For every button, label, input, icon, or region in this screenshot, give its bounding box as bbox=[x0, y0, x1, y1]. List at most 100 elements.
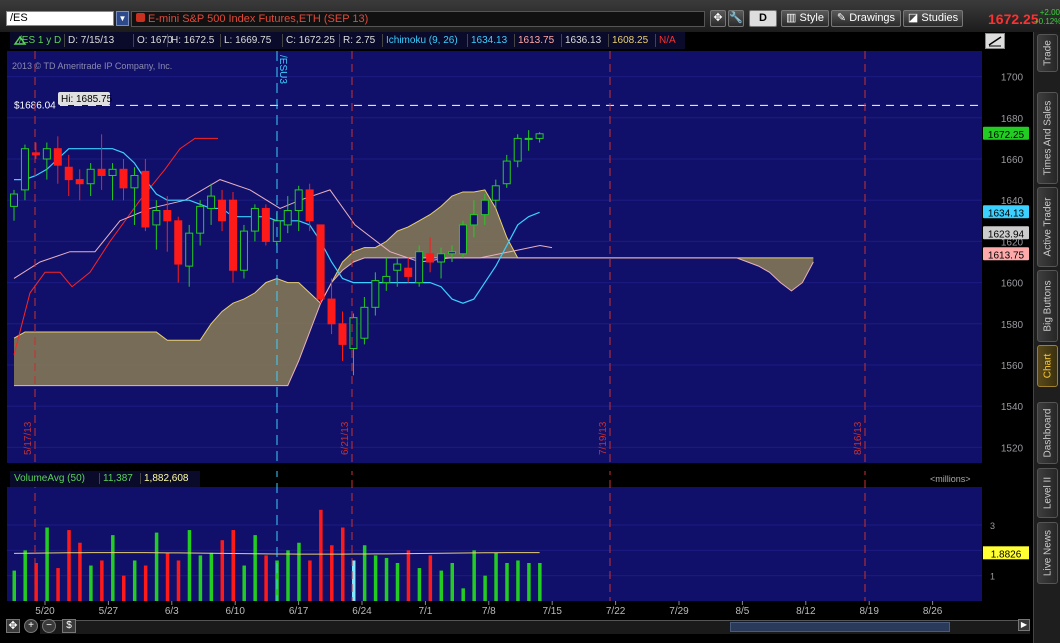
crosshair-icon[interactable]: ✥ bbox=[710, 10, 726, 27]
change-percent: +0.12% bbox=[1034, 17, 1060, 26]
volume-bar bbox=[319, 509, 323, 601]
x-tick-label: 7/15 bbox=[542, 606, 562, 617]
volume-bar bbox=[286, 550, 290, 601]
candle-body bbox=[327, 298, 336, 325]
candle-body bbox=[97, 168, 106, 176]
volume-bar bbox=[516, 560, 520, 601]
change-absolute: +2.00 bbox=[1039, 8, 1060, 17]
sidebar-tab-dashboard[interactable]: Dashboard bbox=[1037, 402, 1058, 464]
volume-readout-2: 1,882,608 bbox=[140, 473, 189, 484]
candle-body bbox=[415, 251, 424, 284]
style-button[interactable]: ▥ Style bbox=[781, 10, 829, 27]
status-close: C: 1672.25 bbox=[282, 34, 338, 47]
sidebar-tab-times-and-sales[interactable]: Times And Sales bbox=[1037, 92, 1058, 184]
volume-bar bbox=[341, 527, 345, 601]
candle-body bbox=[185, 232, 194, 267]
candle-body bbox=[119, 168, 128, 189]
d-button[interactable]: D bbox=[749, 10, 777, 27]
y-tick-label: 1600 bbox=[1001, 279, 1024, 290]
chart-canvas[interactable]: $1686.04Hi: 1685.75 15201540156015801600… bbox=[0, 32, 1033, 643]
candle-body bbox=[86, 168, 95, 185]
period-marker-label: 6/21/13 bbox=[340, 421, 351, 455]
volume-bar bbox=[143, 565, 148, 601]
candle-body bbox=[338, 323, 347, 345]
sidebar-tab-big-buttons[interactable]: Big Buttons bbox=[1037, 270, 1058, 342]
aggregation-label[interactable]: /ES 1 y D bbox=[16, 34, 64, 47]
volume-study-name[interactable]: VolumeAvg (50) bbox=[14, 473, 85, 484]
zoom-in-icon[interactable]: + bbox=[24, 619, 38, 633]
volume-bar bbox=[132, 560, 137, 601]
price-label: 1672.25 bbox=[988, 130, 1025, 141]
pan-icon[interactable]: ✥ bbox=[6, 619, 20, 633]
y-tick-label: 1660 bbox=[1001, 155, 1024, 166]
sidebar-tab-live-news[interactable]: Live News bbox=[1037, 522, 1058, 584]
sidebar-tab-active-trader[interactable]: Active Trader bbox=[1037, 187, 1058, 267]
candle-body bbox=[141, 170, 150, 228]
price-label: 1613.75 bbox=[988, 250, 1025, 261]
x-tick-label: 8/5 bbox=[735, 606, 749, 617]
scroll-right-icon[interactable]: ▶ bbox=[1018, 619, 1030, 631]
price-scale-icon[interactable]: $ bbox=[62, 619, 76, 633]
volume-bar bbox=[89, 565, 93, 601]
candle-body bbox=[349, 317, 358, 350]
candle-body bbox=[130, 174, 139, 189]
sidebar-tab-level-ii[interactable]: Level II bbox=[1037, 468, 1058, 518]
hi-callout-label: Hi: 1685.75 bbox=[61, 94, 113, 105]
sidebar-tab-chart[interactable]: Chart bbox=[1037, 345, 1058, 387]
y-tick-label: 1680 bbox=[1001, 114, 1024, 125]
volume-bar bbox=[165, 552, 170, 601]
x-tick-label: 7/1 bbox=[418, 606, 432, 617]
candle-body bbox=[108, 168, 117, 176]
drawings-button[interactable]: ✎ Drawings bbox=[831, 10, 901, 27]
chevron-down-icon[interactable]: ▼ bbox=[116, 11, 129, 26]
candle-body bbox=[261, 207, 270, 242]
x-tick-label: 7/22 bbox=[606, 606, 626, 617]
period-marker-label: 5/17/13 bbox=[23, 421, 34, 455]
candle-body bbox=[502, 160, 511, 185]
sidebar-tab-label: Active Trader bbox=[1042, 197, 1053, 257]
sidebar-tab-label: Trade bbox=[1042, 40, 1053, 66]
candle-body bbox=[75, 179, 84, 185]
volume-bar bbox=[428, 555, 433, 601]
candle-body bbox=[382, 275, 391, 284]
candle-body bbox=[404, 267, 413, 277]
volume-bar bbox=[395, 563, 400, 601]
x-tick-label: 5/27 bbox=[99, 606, 119, 617]
right-sidebar: Trade Times And Sales Active Trader Big … bbox=[1033, 32, 1060, 643]
candle-body bbox=[371, 280, 380, 308]
sidebar-tab-label: Big Buttons bbox=[1042, 280, 1053, 332]
studies-button[interactable]: ◪ Studies bbox=[903, 10, 963, 27]
volume-bar bbox=[198, 555, 203, 601]
candle-body bbox=[426, 253, 435, 263]
studies-icon: ◪ bbox=[907, 12, 922, 24]
scrollbar-thumb[interactable] bbox=[730, 622, 950, 632]
symbol-input[interactable]: /ES bbox=[6, 11, 114, 26]
x-tick-label: 6/24 bbox=[352, 606, 372, 617]
candle-body bbox=[524, 137, 533, 140]
x-tick-label: 5/20 bbox=[35, 606, 55, 617]
chart-maximize-icon[interactable] bbox=[985, 33, 1005, 49]
sidebar-tab-trade[interactable]: Trade bbox=[1037, 34, 1058, 72]
status-high: H: 1672.5 bbox=[167, 34, 217, 47]
volume-bar bbox=[253, 535, 257, 601]
candle-body bbox=[20, 148, 29, 191]
candle-body bbox=[42, 148, 51, 160]
candle-body bbox=[360, 306, 369, 339]
volume-bar bbox=[187, 530, 192, 601]
zoom-out-icon[interactable]: − bbox=[42, 619, 56, 633]
panel-separator bbox=[0, 463, 1033, 471]
vol-tick-label: 1 bbox=[990, 572, 995, 582]
volume-bar bbox=[297, 542, 301, 601]
volume-bar bbox=[56, 568, 60, 601]
volume-bar bbox=[34, 563, 38, 601]
price-label: 1623.94 bbox=[988, 229, 1025, 240]
x-tick-label: 7/8 bbox=[482, 606, 496, 617]
wrench-icon[interactable]: 🔧 bbox=[728, 10, 744, 27]
candle-body bbox=[283, 210, 292, 226]
study-value-1: 1634.13 bbox=[467, 34, 510, 47]
candle-body bbox=[196, 205, 205, 234]
y-tick-label: 1520 bbox=[1001, 443, 1024, 454]
volume-bar bbox=[111, 535, 115, 601]
volume-bar bbox=[483, 575, 487, 601]
study-name[interactable]: Ichimoku (9, 26) bbox=[382, 34, 461, 47]
